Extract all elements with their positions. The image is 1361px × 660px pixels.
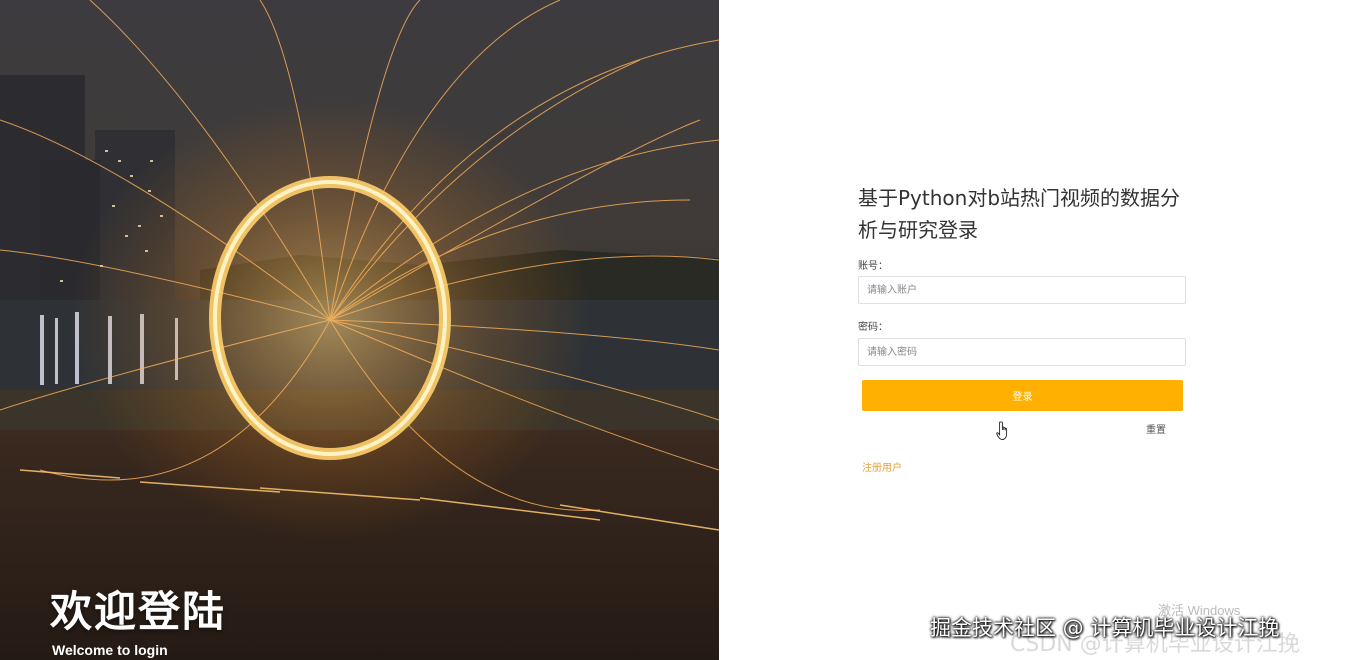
reset-link[interactable]: 重置 (1146, 421, 1166, 436)
welcome-subtitle: Welcome to login (52, 642, 168, 658)
register-link[interactable]: 注册用户 (862, 459, 902, 474)
juejin-watermark: 掘金技术社区 @ 计算机毕业设计江挽 (930, 616, 1280, 640)
hero-panel: 欢迎登陆 Welcome to login (0, 0, 719, 660)
password-input[interactable] (858, 338, 1186, 366)
login-button[interactable]: 登录 (862, 380, 1183, 411)
account-label: 账号： (858, 261, 888, 272)
password-label: 密码： (858, 322, 888, 333)
login-title: 基于Python对b站热门视频的数据分析与研究登录 (858, 186, 1181, 242)
steel-wool-photo (0, 0, 719, 660)
hand-cursor-icon (996, 421, 1008, 440)
welcome-title: 欢迎登陆 (50, 587, 227, 636)
account-input[interactable] (858, 276, 1186, 304)
